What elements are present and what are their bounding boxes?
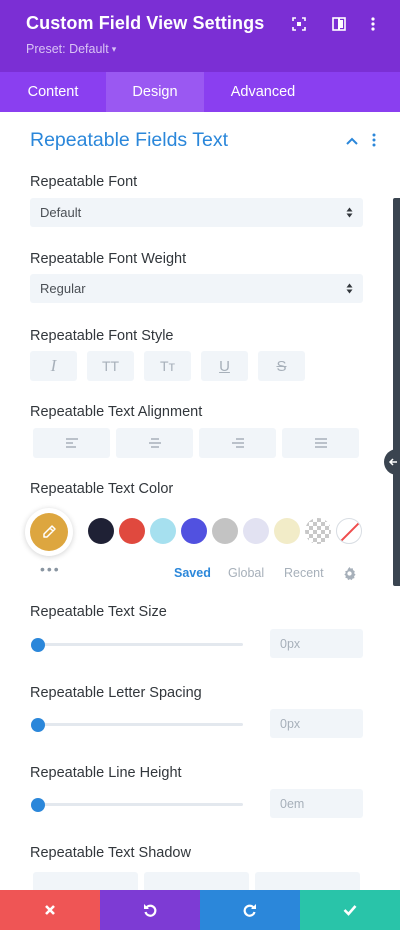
slider-handle[interactable] [31,718,45,732]
close-icon [45,905,55,915]
save-button[interactable] [300,890,400,930]
tab-advanced[interactable]: Advanced [204,72,322,112]
tab-design[interactable]: Design [106,72,204,112]
split-view-icon[interactable] [330,15,348,33]
settings-header: Custom Field View Settings Preset: Defau… [0,0,400,72]
letter-spacing-slider[interactable] [30,715,243,735]
transparent-swatch[interactable] [305,518,331,544]
font-style-label: Repeatable Font Style [30,328,174,344]
align-justify-icon [314,438,327,448]
font-weight-select[interactable]: Regular [30,274,363,303]
settings-tabs: Content Design Advanced [0,72,400,112]
palette-tab-saved[interactable]: Saved [174,566,211,580]
font-style-buttons: I TT Tт U S [30,351,315,381]
italic-button[interactable]: I [30,351,77,381]
sidebar-toggle[interactable] [384,449,400,475]
more-options-icon[interactable] [364,15,382,33]
align-justify-button[interactable] [282,428,359,458]
underline-button[interactable]: U [201,351,248,381]
align-center-button[interactable] [116,428,193,458]
palette-tab-global[interactable]: Global [228,566,264,580]
section-title[interactable]: Repeatable Fields Text [30,129,228,152]
redo-icon [243,904,256,917]
slider-handle[interactable] [31,798,45,812]
undo-icon [144,904,157,917]
align-left-button[interactable] [33,428,110,458]
color-picker-button[interactable] [25,508,73,556]
uppercase-button[interactable]: TT [87,351,134,381]
font-label: Repeatable Font [30,174,138,190]
text-color-label: Repeatable Text Color [30,481,174,497]
color-swatch[interactable] [243,518,269,544]
select-arrows-icon [346,207,353,218]
text-alignment-buttons [33,428,365,458]
align-center-icon [148,438,161,448]
letter-spacing-label: Repeatable Letter Spacing [30,685,202,701]
eyedropper-icon [43,525,56,538]
text-size-input[interactable]: 0px [270,629,363,658]
color-swatch[interactable] [274,518,300,544]
line-height-slider[interactable] [30,795,243,815]
arrow-left-icon [388,458,397,466]
color-swatch[interactable] [181,518,207,544]
shadow-preset[interactable] [33,872,138,892]
font-select[interactable]: Default [30,198,363,227]
capitalize-button[interactable]: Tт [144,351,191,381]
color-swatch[interactable] [119,518,145,544]
tab-content[interactable]: Content [0,72,106,112]
no-color-swatch[interactable] [336,518,362,544]
color-swatch[interactable] [150,518,176,544]
text-alignment-label: Repeatable Text Alignment [30,404,203,420]
strikethrough-button[interactable]: S [258,351,305,381]
chevron-up-icon[interactable] [345,134,359,148]
color-swatch[interactable] [212,518,238,544]
slider-track [38,723,243,726]
align-left-icon [65,438,78,448]
shadow-preset[interactable] [144,872,249,892]
text-shadow-presets [33,872,366,892]
slider-track [38,803,243,806]
redo-button[interactable] [200,890,300,930]
text-shadow-label: Repeatable Text Shadow [30,845,191,861]
line-height-input[interactable]: 0em [270,789,363,818]
color-swatch[interactable] [88,518,114,544]
align-right-button[interactable] [199,428,276,458]
undo-button[interactable] [100,890,200,930]
palette-tab-recent[interactable]: Recent [284,566,324,580]
letter-spacing-input[interactable]: 0px [270,709,363,738]
text-size-label: Repeatable Text Size [30,604,167,620]
slider-handle[interactable] [31,638,45,652]
align-right-icon [231,438,244,448]
section-more-icon[interactable] [372,133,382,149]
font-value: Default [40,205,82,220]
shadow-preset[interactable] [255,872,360,892]
select-arrows-icon [346,283,353,294]
line-height-label: Repeatable Line Height [30,765,182,781]
fullscreen-icon[interactable] [290,15,308,33]
more-colors-icon[interactable]: ••• [40,561,61,577]
modal-title: Custom Field View Settings [26,13,265,33]
current-color [30,513,68,551]
action-footer [0,890,400,930]
gear-icon[interactable] [342,566,357,581]
font-weight-value: Regular [40,281,86,296]
text-size-slider[interactable] [30,635,243,655]
preset-label: Preset: Default [26,42,109,56]
preset-selector[interactable]: Preset: Default ▾ [26,42,116,56]
scrollbar[interactable] [393,198,400,586]
discard-button[interactable] [0,890,100,930]
slider-track [38,643,243,646]
font-weight-label: Repeatable Font Weight [30,251,187,267]
check-icon [343,905,357,916]
preset-caret-icon: ▾ [111,44,117,54]
